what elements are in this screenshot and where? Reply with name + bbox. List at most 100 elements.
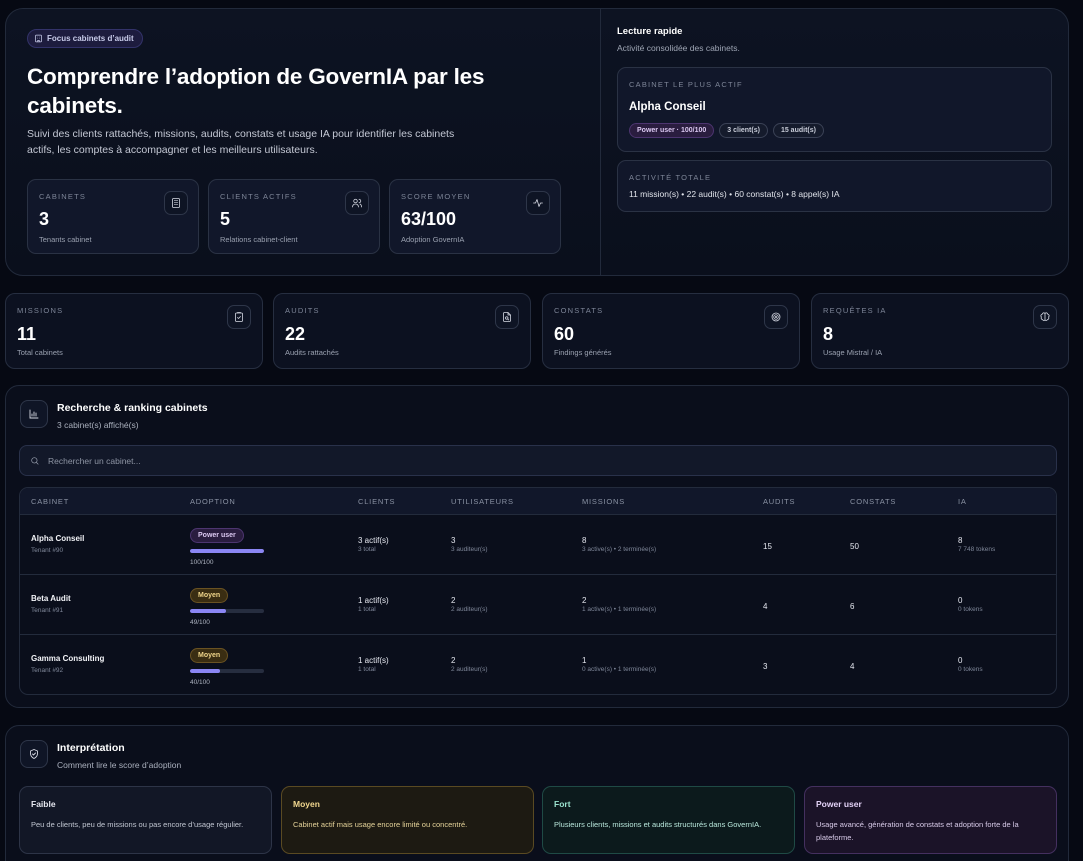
level-title: Faible — [31, 799, 56, 809]
table-row[interactable]: Alpha Conseil Tenant #90 Power user 100/1… — [20, 515, 1056, 575]
kpi-label: CONSTATS — [554, 306, 604, 315]
kpi-sub: Usage Mistral / IA — [823, 348, 883, 357]
users-sub: 2 auditeur(s) — [451, 606, 488, 613]
col-audits[interactable]: AUDITS — [763, 497, 795, 506]
level-title: Fort — [554, 799, 571, 809]
bar-chart-icon — [20, 400, 48, 428]
adoption-cell: Moyen 40/100 — [190, 644, 264, 686]
most-active-label: CABINET LE PLUS ACTIF — [629, 80, 743, 89]
file-search-icon — [495, 305, 519, 329]
clients-value: 1 actif(s) — [358, 596, 389, 605]
target-icon — [764, 305, 788, 329]
ranking-title: Recherche & ranking cabinets — [57, 402, 208, 414]
shield-check-icon — [20, 740, 48, 768]
page-title: Comprendre l’adoption de GovernIA par le… — [27, 64, 485, 118]
most-active-cabinet: CABINET LE PLUS ACTIF Alpha Conseil Powe… — [617, 67, 1052, 152]
cabinet-name[interactable]: Beta Audit — [31, 594, 71, 603]
interpretation-subtitle: Comment lire le score d’adoption — [57, 760, 182, 770]
col-cabinet[interactable]: CABINET — [31, 497, 69, 506]
quick-read-title: Lecture rapide — [617, 26, 683, 37]
stat-clients-actifs: CLIENTS ACTIFS 5 Relations cabinet-clien… — [208, 179, 380, 254]
stat-value: 5 — [220, 209, 231, 229]
adoption-bar — [190, 669, 264, 673]
col-ia[interactable]: IA — [958, 497, 967, 506]
table-header: CABINET ADOPTION CLIENTS UTILISATEURS MI… — [20, 488, 1056, 515]
adoption-cell: Moyen 49/100 — [190, 584, 264, 626]
missions-value: 8 — [582, 536, 587, 545]
adoption-score: 40/100 — [190, 679, 210, 686]
kpi-sub: Audits rattachés — [285, 348, 339, 357]
constats-value: 50 — [850, 542, 859, 551]
ranking-table: CABINET ADOPTION CLIENTS UTILISATEURS MI… — [19, 487, 1057, 695]
col-adoption[interactable]: ADOPTION — [190, 497, 236, 506]
clients-cell: 1 actif(s) 1 total — [358, 596, 389, 613]
constats-value: 4 — [850, 662, 855, 671]
kpi-label: REQUÊTES IA — [823, 306, 887, 315]
most-active-pills: Power user · 100/100 3 client(s) 15 audi… — [629, 123, 824, 138]
adoption-badge: Power user — [190, 528, 244, 543]
page: Focus cabinets d’audit Comprendre l’adop… — [0, 0, 1083, 861]
users-icon — [345, 191, 369, 215]
search-input[interactable] — [48, 455, 948, 466]
adoption-score: 49/100 — [190, 619, 210, 626]
ia-value: 8 — [958, 536, 963, 545]
total-activity-label: ACTIVITÉ TOTALE — [629, 173, 712, 182]
audits-value: 4 — [763, 602, 768, 611]
users-value: 3 — [451, 536, 456, 545]
ia-value: 0 — [958, 596, 963, 605]
col-missions[interactable]: MISSIONS — [582, 497, 625, 506]
level-description: Usage avancé, génération de constats et … — [816, 820, 1019, 842]
adoption-cell: Power user 100/100 — [190, 524, 264, 566]
search-box[interactable] — [19, 445, 1057, 476]
stat-label: CABINETS — [39, 192, 87, 201]
hero-card: Focus cabinets d’audit Comprendre l’adop… — [5, 8, 1069, 276]
ia-tokens: 0 tokens — [958, 606, 983, 613]
clients-sub: 1 total — [358, 666, 376, 673]
cabinet-name[interactable]: Alpha Conseil — [31, 534, 84, 543]
kpi-constats: CONSTATS 60 Findings générés — [542, 293, 800, 369]
kpi-label: MISSIONS — [17, 306, 64, 315]
table-row[interactable]: Gamma Consulting Tenant #92 Moyen 40/100 … — [20, 635, 1056, 694]
kpi-value: 60 — [554, 324, 575, 344]
col-utilisateurs[interactable]: UTILISATEURS — [451, 497, 514, 506]
clients-value: 1 actif(s) — [358, 656, 389, 665]
ranking-section: Recherche & ranking cabinets 3 cabinet(s… — [5, 385, 1069, 708]
missions-cell: 21 active(s) • 1 terminée(s) — [582, 596, 656, 613]
adoption-pill: Power user · 100/100 — [629, 123, 715, 138]
adoption-bar-fill — [190, 549, 264, 553]
col-clients[interactable]: CLIENTS — [358, 497, 395, 506]
col-constats[interactable]: CONSTATS — [850, 497, 896, 506]
clients-cell: 3 actif(s) 3 total — [358, 536, 389, 553]
stat-value: 3 — [39, 209, 50, 229]
tenant-id: Tenant #92 — [31, 667, 64, 674]
tenant-id: Tenant #91 — [31, 607, 64, 614]
adoption-badge: Moyen — [190, 588, 229, 603]
cabinet-name[interactable]: Gamma Consulting — [31, 654, 104, 663]
total-activity: ACTIVITÉ TOTALE 11 mission(s) • 22 audit… — [617, 160, 1052, 212]
kpi-sub: Total cabinets — [17, 348, 63, 357]
clients-cell: 1 actif(s) 1 total — [358, 656, 389, 673]
cabinet-cell: Gamma Consulting Tenant #92 — [31, 654, 104, 674]
focus-chip-label: Focus cabinets d’audit — [47, 34, 134, 43]
audits-pill: 15 audit(s) — [772, 123, 824, 138]
table-row[interactable]: Beta Audit Tenant #91 Moyen 49/100 1 acti… — [20, 575, 1056, 635]
ia-cell: 87 748 tokens — [958, 536, 995, 553]
missions-cell: 10 active(s) • 1 terminée(s) — [582, 656, 656, 673]
ia-cell: 00 tokens — [958, 656, 983, 673]
level-card-fort: Fort Plusieurs clients, missions et audi… — [542, 786, 795, 854]
ranking-subtitle: 3 cabinet(s) affiché(s) — [57, 420, 139, 430]
users-sub: 2 auditeur(s) — [451, 666, 488, 673]
stat-sub: Tenants cabinet — [39, 235, 92, 244]
kpi-value: 8 — [823, 324, 834, 344]
tenant-id: Tenant #90 — [31, 547, 64, 554]
stat-label: CLIENTS ACTIFS — [220, 192, 297, 201]
kpi-sub: Findings générés — [554, 348, 612, 357]
kpi-label: AUDITS — [285, 306, 320, 315]
clipboard-check-icon — [227, 305, 251, 329]
ia-value: 0 — [958, 656, 963, 665]
quick-read-subtitle: Activité consolidée des cabinets. — [617, 43, 740, 53]
missions-sub: 1 active(s) • 1 terminée(s) — [582, 606, 657, 613]
constats-value: 6 — [850, 602, 855, 611]
stat-value: 63/100 — [401, 209, 457, 229]
cabinet-cell: Beta Audit Tenant #91 — [31, 594, 71, 614]
